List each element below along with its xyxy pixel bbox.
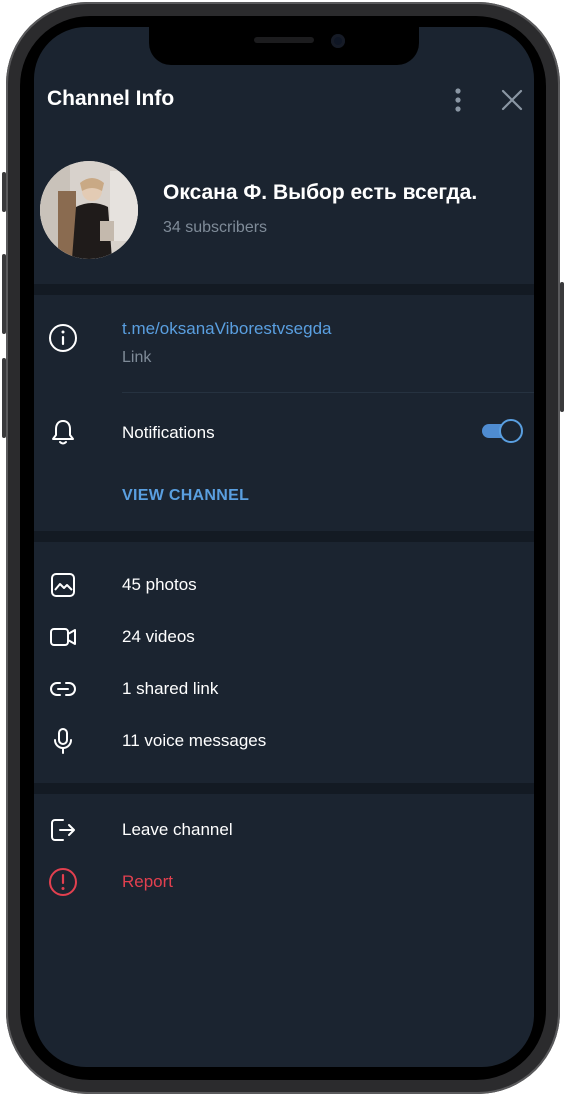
channel-avatar[interactable]	[40, 161, 138, 259]
power-button	[560, 282, 564, 412]
link-icon	[48, 674, 78, 704]
report-icon	[48, 867, 78, 897]
view-channel-button[interactable]: VIEW CHANNEL	[122, 487, 249, 505]
front-camera	[331, 34, 345, 48]
media-shared-links[interactable]: 1 shared link	[122, 679, 218, 699]
subscriber-count: 34 subscribers	[163, 219, 268, 236]
section-divider	[34, 284, 534, 295]
more-options-icon[interactable]	[446, 85, 470, 115]
volume-up-button	[2, 254, 6, 334]
section-divider	[34, 531, 534, 542]
notifications-toggle[interactable]	[482, 419, 523, 443]
microphone-icon	[48, 726, 78, 756]
speaker	[254, 37, 314, 43]
media-photos[interactable]: 45 photos	[122, 575, 197, 595]
bell-icon	[48, 417, 78, 447]
notch	[149, 27, 419, 65]
separator	[122, 392, 534, 393]
media-videos[interactable]: 24 videos	[122, 627, 195, 647]
channel-info-screen: Channel Info Оксана Ф. Выбор есть всегда…	[34, 27, 534, 1067]
page-title: Channel Info	[47, 87, 175, 110]
leave-icon	[48, 815, 78, 845]
photo-icon	[48, 570, 78, 600]
notifications-label: Notifications	[122, 423, 215, 442]
leave-channel-button[interactable]: Leave channel	[122, 820, 233, 840]
channel-link[interactable]: t.me/oksanaViborestvsegda	[122, 319, 331, 339]
close-icon[interactable]	[499, 87, 525, 113]
mute-switch	[2, 172, 6, 212]
video-icon	[48, 622, 78, 652]
channel-name: Оксана Ф. Выбор есть всегда.	[163, 181, 478, 204]
info-icon	[48, 323, 78, 353]
link-label: Link	[122, 349, 152, 366]
report-button[interactable]: Report	[122, 872, 173, 892]
volume-down-button	[2, 358, 6, 438]
media-voice-messages[interactable]: 11 voice messages	[122, 731, 266, 751]
section-divider	[34, 783, 534, 794]
toggle-knob	[499, 419, 523, 443]
